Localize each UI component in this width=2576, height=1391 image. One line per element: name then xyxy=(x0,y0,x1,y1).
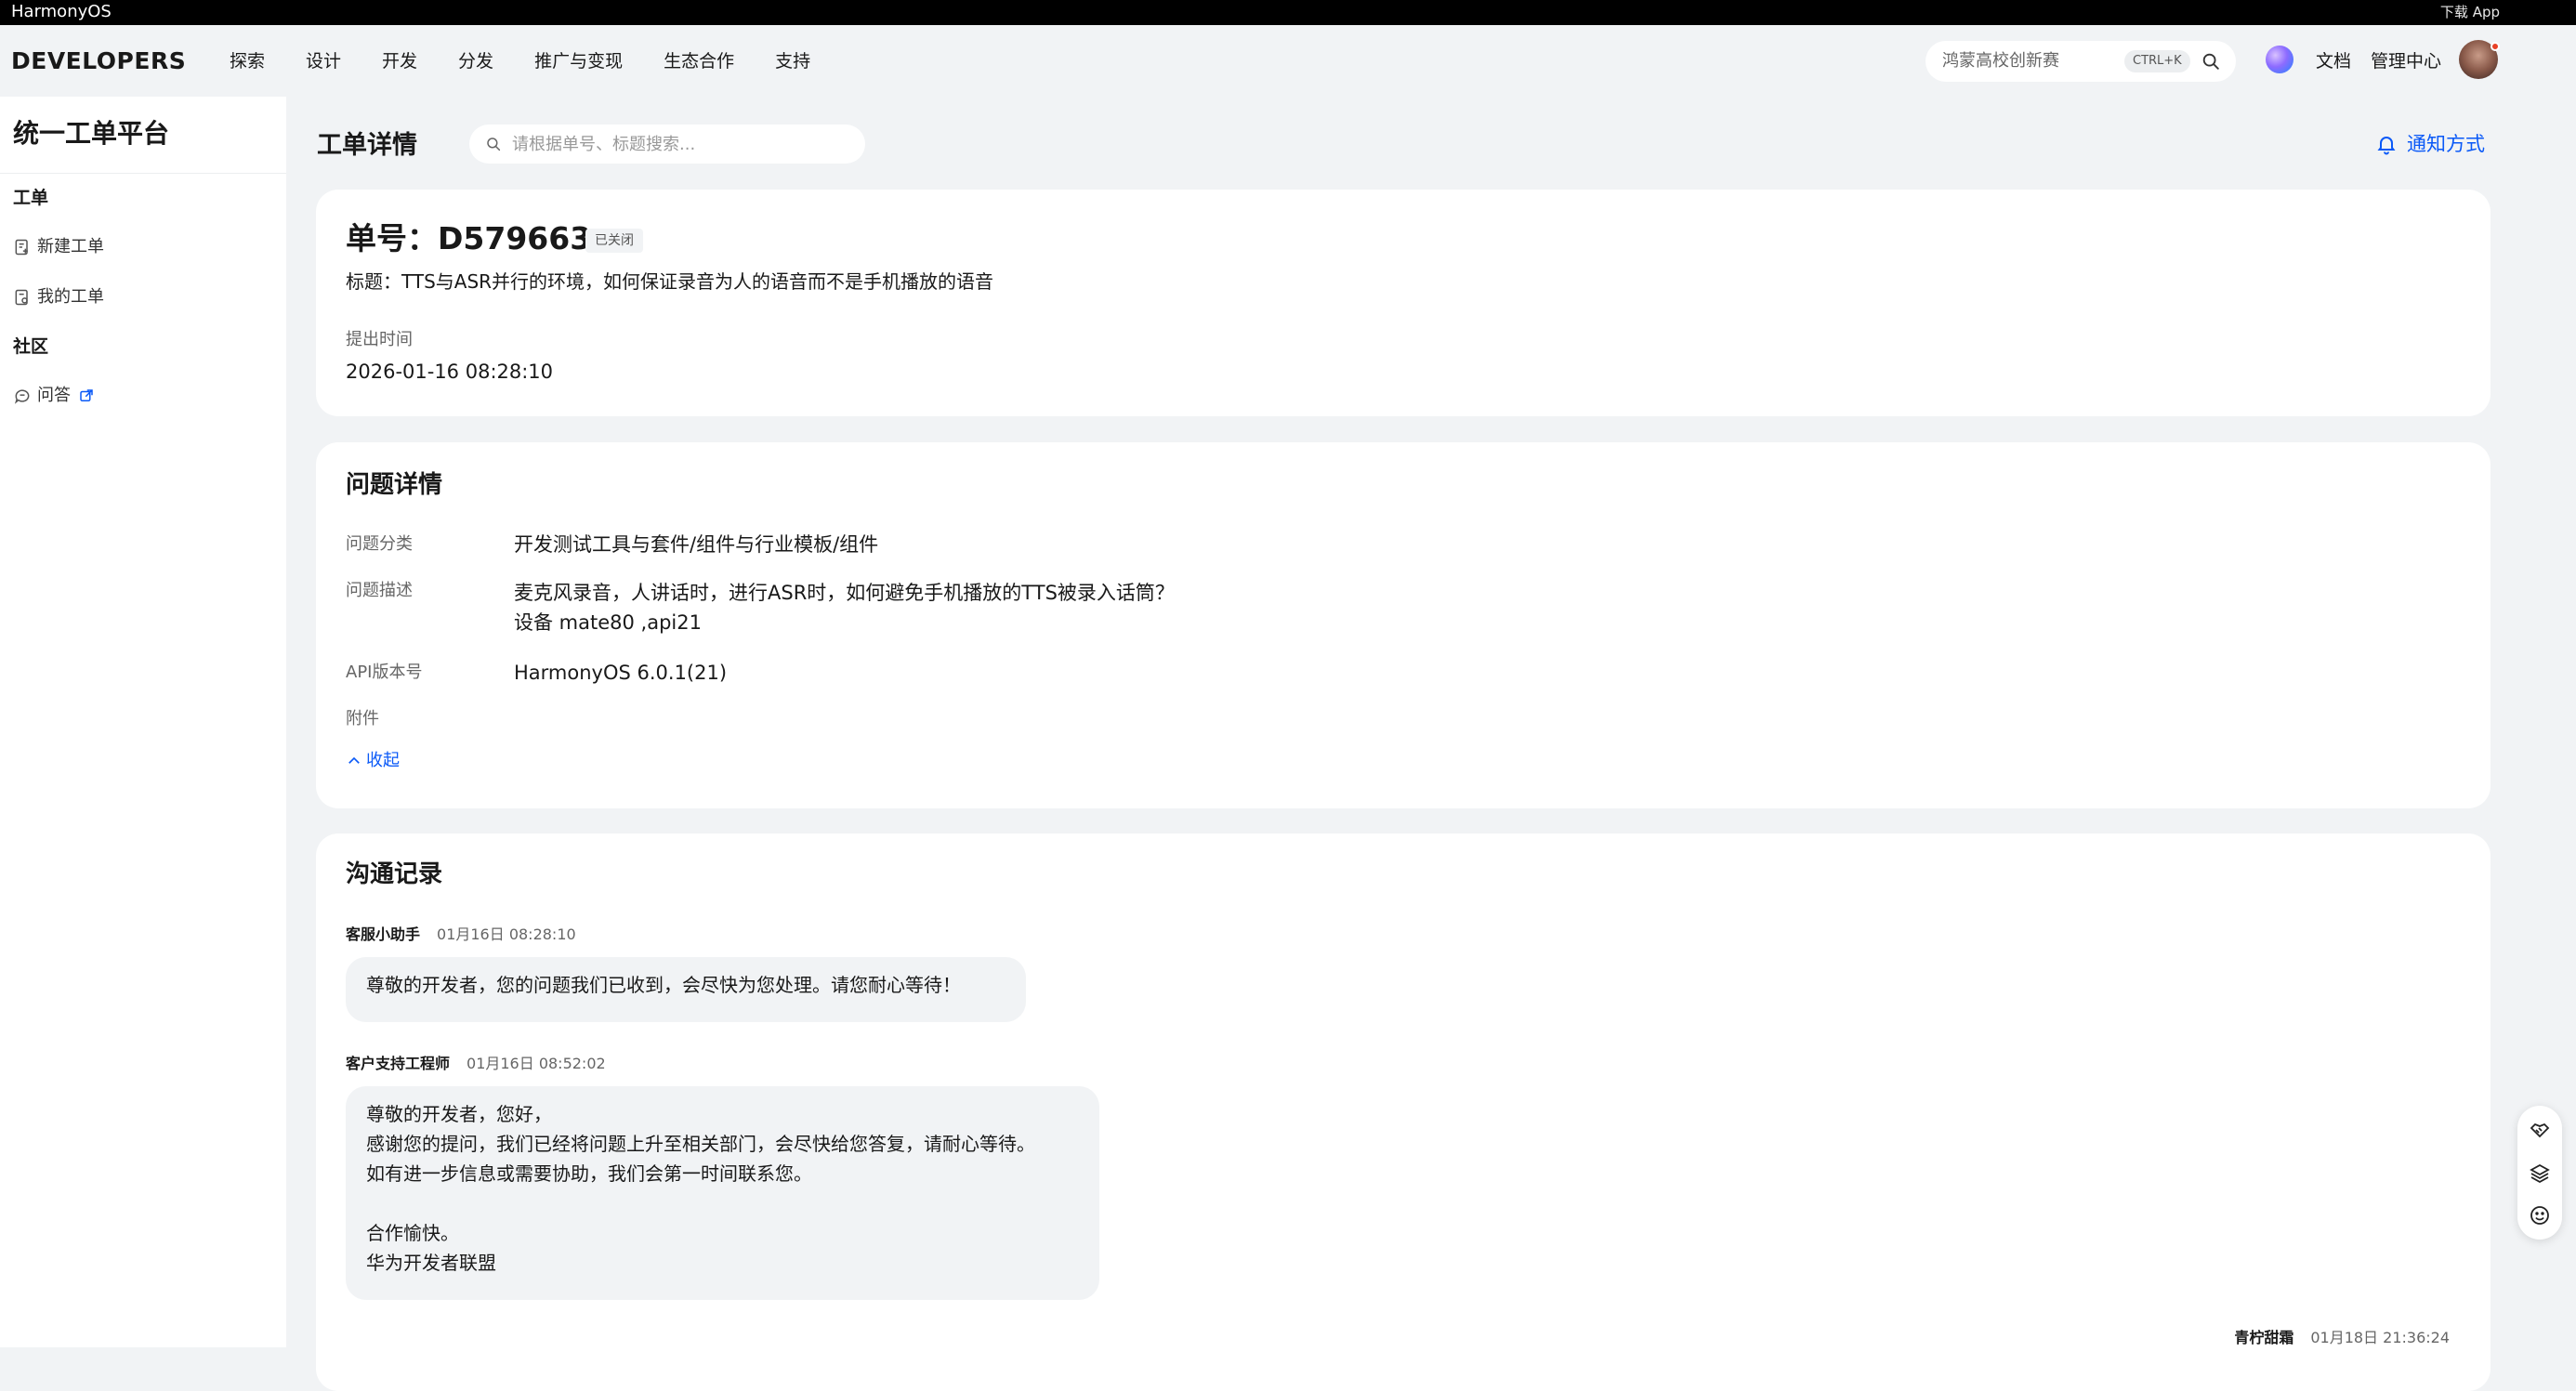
sender-name: 客户支持工程师 xyxy=(346,1055,451,1072)
developers-logo[interactable]: DEVELOPERS xyxy=(11,46,186,77)
search-icon[interactable] xyxy=(2201,51,2221,72)
status-badge: 已关闭 xyxy=(585,229,643,253)
problem-detail-card: 问题详情 问题分类 开发测试工具与套件/组件与行业模板/组件 问题描述 麦克风录… xyxy=(316,442,2491,808)
floating-toolbar xyxy=(2517,1106,2562,1240)
sidebar-section-ticket: 工单 xyxy=(13,188,49,208)
sidebar-section-community: 社区 xyxy=(13,336,49,357)
platform-title: 统一工单平台 xyxy=(13,118,170,149)
page-title: 工单详情 xyxy=(317,131,417,160)
message-sender: 客户支持工程师 01月16日 08:52:02 xyxy=(346,1054,606,1074)
nav-support[interactable]: 支持 xyxy=(775,46,810,77)
problem-detail-heading: 问题详情 xyxy=(346,471,443,499)
sidebar: 统一工单平台 工单 新建工单 我的工单 社区 问答 xyxy=(0,97,286,1347)
external-link-icon xyxy=(80,389,93,401)
notify-method-label: 通知方式 xyxy=(2407,133,2485,155)
search-icon xyxy=(487,138,501,151)
message-line: 如有进一步信息或需要协助，我们会第一时间联系您。 xyxy=(366,1162,812,1185)
nav-promote[interactable]: 推广与变现 xyxy=(534,46,623,77)
ticket-title: 标题：TTS与ASR并行的环境，如何保证录音为人的语音而不是手机播放的语音 xyxy=(346,270,994,293)
api-version-label: API版本号 xyxy=(346,663,423,682)
bell-icon xyxy=(2377,137,2396,155)
message-text: 尊敬的开发者，您的问题我们已收到，会尽快为您处理。请您耐心等待！ xyxy=(366,974,961,996)
notification-dot xyxy=(2491,42,2500,51)
submit-time-value: 2026-01-16 08:28:10 xyxy=(346,361,554,383)
message-time: 01月16日 08:28:10 xyxy=(437,925,576,943)
admin-center-link[interactable]: 管理中心 xyxy=(2371,46,2441,77)
api-version-value: HarmonyOS 6.0.1(21) xyxy=(514,662,728,684)
sender-name: 青柠甜霜 xyxy=(2234,1329,2294,1346)
system-topbar: HarmonyOS 下载 App xyxy=(0,0,2576,25)
ticket-summary-card: 单号：D579663 已关闭 标题：TTS与ASR并行的环境，如何保证录音为人的… xyxy=(316,190,2491,416)
sidebar-item-label: 新建工单 xyxy=(37,237,104,256)
main-nav: 探索 设计 开发 分发 推广与变现 生态合作 支持 xyxy=(230,46,851,77)
message-line: 尊敬的开发者，您好， xyxy=(366,1103,552,1125)
message-line: 华为开发者联盟 xyxy=(366,1252,496,1274)
message-bubble: 尊敬的开发者，您好， 感谢您的提问，我们已经将问题上升至相关部门，会尽快给您答复… xyxy=(346,1086,1099,1300)
global-search[interactable]: 鸿蒙高校创新赛 CTRL+K xyxy=(1925,41,2236,82)
ticket-search-input[interactable] xyxy=(512,130,847,158)
message-line-blank xyxy=(366,1188,1079,1218)
harmonyos-brand[interactable]: HarmonyOS xyxy=(11,2,112,22)
category-value: 开发测试工具与套件/组件与行业模板/组件 xyxy=(514,533,879,556)
ticket-search[interactable] xyxy=(469,125,865,164)
collapse-button[interactable]: 收起 xyxy=(346,749,400,773)
message-line: 感谢您的提问，我们已经将问题上升至相关部门，会尽快给您答复，请耐心等待。 xyxy=(366,1133,1035,1155)
sender-name: 客服小助手 xyxy=(346,925,421,943)
sidebar-item-qa[interactable]: 问答 xyxy=(13,383,95,409)
chevron-up-icon xyxy=(348,756,360,764)
message-time: 01月18日 21:36:24 xyxy=(2310,1329,2450,1346)
message-line: 合作愉快。 xyxy=(366,1222,459,1244)
nav-develop[interactable]: 开发 xyxy=(382,46,417,77)
nav-explore[interactable]: 探索 xyxy=(230,46,265,77)
new-ticket-icon xyxy=(15,239,28,256)
message-sender: 青柠甜霜 01月18日 21:36:24 xyxy=(2234,1328,2450,1348)
collapse-label: 收起 xyxy=(366,751,400,770)
global-search-placeholder: 鸿蒙高校创新赛 xyxy=(1942,51,2059,71)
sidebar-item-label: 我的工单 xyxy=(37,287,104,307)
docs-link[interactable]: 文档 xyxy=(2316,46,2351,77)
ai-assistant-icon[interactable] xyxy=(2266,46,2293,73)
notify-method-button[interactable]: 通知方式 xyxy=(2375,130,2485,158)
my-ticket-icon xyxy=(15,289,28,306)
nav-ecosystem[interactable]: 生态合作 xyxy=(664,46,734,77)
download-app-link[interactable]: 下载 App xyxy=(2440,3,2500,21)
ticket-number: 单号：D579663 xyxy=(346,220,592,256)
sidebar-item-my-ticket[interactable]: 我的工单 xyxy=(13,284,104,310)
description-line-2: 设备 mate80 ,api21 xyxy=(514,611,702,634)
attachment-label: 附件 xyxy=(346,709,379,728)
qa-icon xyxy=(14,389,30,404)
communication-card: 沟通记录 客服小助手 01月16日 08:28:10 尊敬的开发者，您的问题我们已… xyxy=(316,833,2491,1391)
category-label: 问题分类 xyxy=(346,534,413,554)
nav-distribute[interactable]: 分发 xyxy=(458,46,493,77)
sidebar-item-new-ticket[interactable]: 新建工单 xyxy=(13,234,104,260)
handshake-icon[interactable] xyxy=(2529,1119,2551,1141)
smile-icon[interactable] xyxy=(2529,1204,2551,1227)
communication-heading: 沟通记录 xyxy=(346,860,443,888)
description-label: 问题描述 xyxy=(346,581,413,600)
message-bubble: 尊敬的开发者，您的问题我们已收到，会尽快为您处理。请您耐心等待！ xyxy=(346,957,1026,1022)
submit-time-label: 提出时间 xyxy=(346,330,413,349)
description-line-1: 麦克风录音，人讲话时，进行ASR时，如何避免手机播放的TTS被录入话筒？ xyxy=(514,582,1175,604)
message-sender: 客服小助手 01月16日 08:28:10 xyxy=(346,925,576,945)
layers-icon[interactable] xyxy=(2529,1161,2551,1184)
search-shortcut-badge: CTRL+K xyxy=(2124,50,2190,72)
sidebar-item-label: 问答 xyxy=(37,386,71,405)
site-header: DEVELOPERS 探索 设计 开发 分发 推广与变现 生态合作 支持 鸿蒙高… xyxy=(0,25,2576,97)
nav-design[interactable]: 设计 xyxy=(306,46,341,77)
sidebar-divider xyxy=(0,173,286,174)
message-time: 01月16日 08:52:02 xyxy=(467,1055,606,1072)
